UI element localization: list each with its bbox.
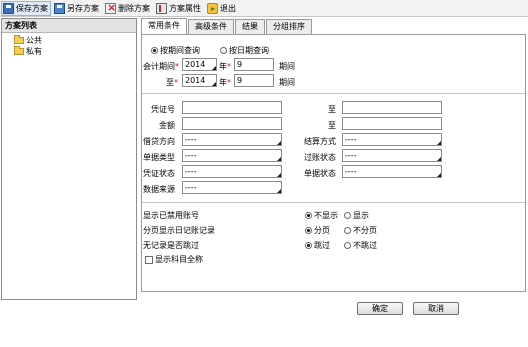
amount-from-field[interactable]	[182, 117, 282, 130]
hide-disabled-option[interactable]: 不显示	[305, 210, 338, 221]
posting-status-select[interactable]: ----	[342, 149, 442, 162]
save-as-scheme-label: 另存方案	[67, 3, 99, 13]
radio-unselected-icon	[344, 242, 351, 249]
save-as-scheme-button[interactable]: 另存方案	[52, 1, 102, 16]
tab-advanced-conditions[interactable]: 高级条件	[188, 19, 234, 34]
save-scheme-label: 保存方案	[16, 3, 48, 13]
delete-scheme-button[interactable]: 删除方案	[103, 1, 153, 16]
radio-selected-icon	[305, 212, 312, 219]
doc-status-label: 单据状态	[304, 169, 336, 178]
amount-label: 金额	[159, 121, 175, 130]
tree-item-label: 公共	[26, 36, 42, 45]
save-icon	[3, 2, 14, 14]
query-by-period-option[interactable]: 按期间查询	[151, 45, 200, 56]
voucher-no-label: 凭证号	[151, 105, 175, 114]
exit-label: 退出	[220, 3, 236, 13]
doc-type-label: 单据类型	[143, 153, 175, 162]
paginate-journal-label: 分页显示日记账记录	[143, 226, 215, 235]
period-suffix-label: 期间	[279, 62, 295, 71]
debit-credit-label: 借贷方向	[143, 137, 175, 146]
settle-method-select[interactable]: ----	[342, 133, 442, 146]
voucher-no-to-field[interactable]	[342, 101, 442, 114]
ok-button[interactable]: 确定	[357, 302, 403, 315]
period-label: 会计期间*	[143, 62, 179, 71]
scheme-list-panel: 方案列表 公共 私有	[1, 18, 137, 300]
from-period-field[interactable]: 9	[234, 58, 274, 71]
tree-item-public[interactable]: 公共	[14, 35, 136, 46]
from-year-field[interactable]: 2014	[182, 58, 217, 71]
to-year-field[interactable]: 2014	[182, 74, 217, 87]
no-paginate-option[interactable]: 不分页	[344, 225, 377, 236]
voucher-no-from-field[interactable]	[182, 101, 282, 114]
delete-scheme-label: 删除方案	[118, 3, 150, 13]
divider	[142, 202, 525, 203]
radio-unselected-icon	[344, 227, 351, 234]
query-by-date-option[interactable]: 按日期查询	[220, 45, 269, 56]
tree-item-label: 私有	[26, 47, 42, 56]
scheme-properties-button[interactable]: 方案属性	[154, 1, 204, 16]
doc-status-select[interactable]: ----	[342, 165, 442, 178]
cancel-button[interactable]: 取消	[413, 302, 459, 315]
to-period-field[interactable]: 9	[234, 74, 274, 87]
radio-unselected-icon	[220, 47, 227, 54]
show-full-name-checkbox[interactable]: 显示科目全称	[145, 254, 203, 265]
save-as-icon	[54, 2, 65, 14]
properties-icon	[156, 2, 167, 14]
doc-type-select[interactable]: ----	[182, 149, 282, 162]
posting-status-label: 过账状态	[304, 153, 336, 162]
save-scheme-button[interactable]: 保存方案	[1, 0, 51, 16]
show-disabled-label: 显示已禁用账号	[143, 211, 199, 220]
tree-item-private[interactable]: 私有	[14, 46, 136, 57]
query-by-date-label: 按日期查询	[229, 46, 269, 55]
debit-credit-select[interactable]: ----	[182, 133, 282, 146]
show-full-name-label: 显示科目全称	[155, 255, 203, 264]
tab-common-conditions[interactable]: 常用条件	[141, 18, 187, 34]
voucher-status-select[interactable]: ----	[182, 165, 282, 178]
conditions-form: 按期间查询 按日期查询 会计期间* 2014 年* 9 期间 至* 2014 年…	[141, 34, 526, 292]
amount-to-label: 至	[328, 121, 336, 130]
show-disabled-option[interactable]: 显示	[344, 210, 369, 221]
radio-selected-icon	[305, 227, 312, 234]
radio-selected-icon	[305, 242, 312, 249]
data-source-label: 数据来源	[143, 185, 175, 194]
voucher-status-label: 凭证状态	[143, 169, 175, 178]
query-by-period-label: 按期间查询	[160, 46, 200, 55]
period-to-label: 至*	[166, 78, 178, 87]
radio-selected-icon	[151, 47, 158, 54]
checkbox-icon	[145, 255, 153, 264]
voucher-no-to-label: 至	[328, 105, 336, 114]
no-skip-option[interactable]: 不跳过	[344, 240, 377, 251]
exit-icon	[207, 2, 218, 14]
scheme-tree: 公共 私有	[2, 33, 136, 57]
settle-method-label: 结算方式	[304, 137, 336, 146]
dialog-footer: 确定 取消	[0, 300, 528, 347]
period-suffix-label: 期间	[279, 78, 295, 87]
paginate-option[interactable]: 分页	[305, 225, 330, 236]
exit-button[interactable]: 退出	[205, 1, 239, 16]
folder-icon	[14, 35, 24, 44]
divider	[142, 93, 525, 94]
delete-icon	[105, 1, 116, 14]
scheme-properties-label: 方案属性	[169, 3, 201, 13]
year-label: 年*	[219, 78, 231, 87]
folder-icon	[14, 46, 24, 55]
scheme-list-title: 方案列表	[2, 19, 136, 33]
toolbar: 保存方案 另存方案 删除方案 方案属性 退出	[0, 0, 528, 17]
condition-tabs: 常用条件 高级条件 结果 分组排序	[141, 18, 313, 34]
tab-group-sort[interactable]: 分组排序	[266, 19, 312, 34]
year-label: 年*	[219, 62, 231, 71]
skip-option[interactable]: 跳过	[305, 240, 330, 251]
data-source-select[interactable]: ----	[182, 181, 282, 194]
amount-to-field[interactable]	[342, 117, 442, 130]
radio-unselected-icon	[344, 212, 351, 219]
tab-results[interactable]: 结果	[235, 19, 265, 34]
skip-no-records-label: 无记录是否跳过	[143, 241, 199, 250]
